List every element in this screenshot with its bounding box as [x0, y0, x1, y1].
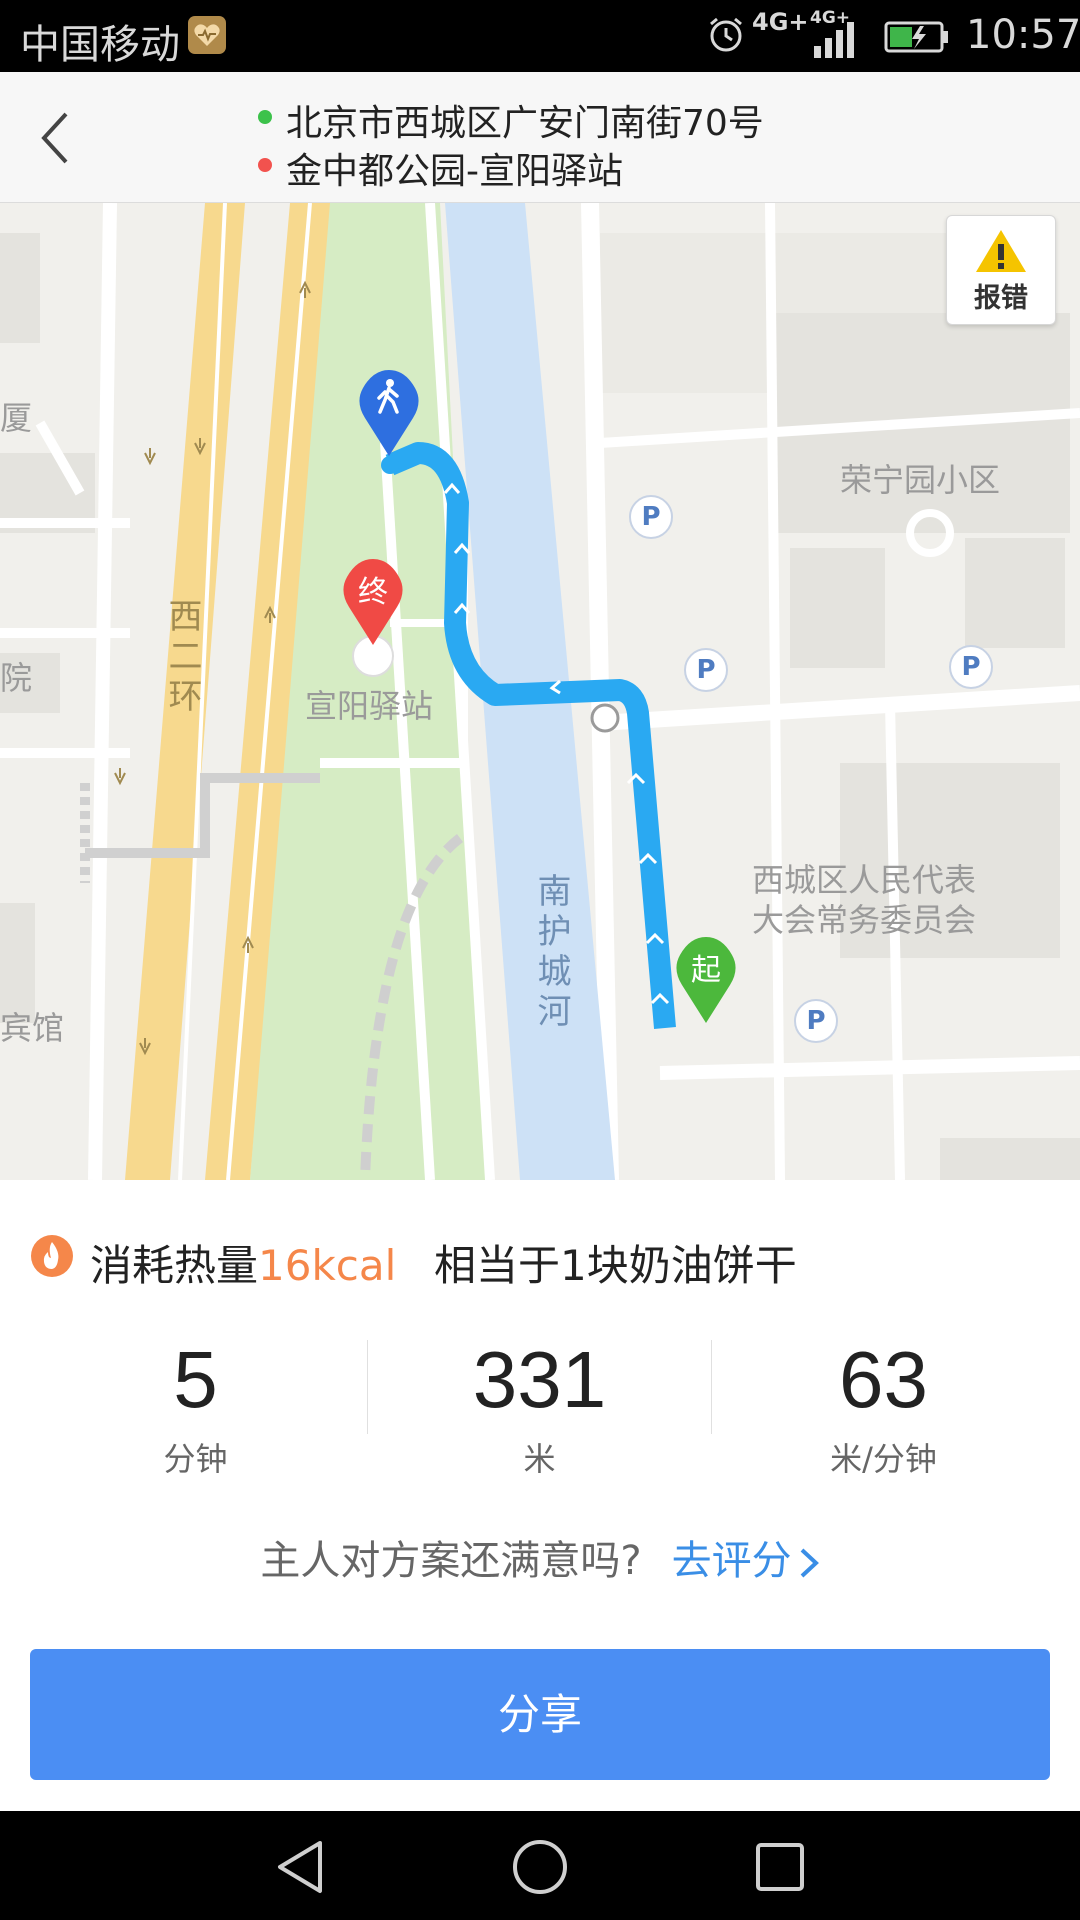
parking-icon[interactable]: P: [629, 495, 673, 539]
calorie-equivalent: 相当于1块奶油饼干: [434, 1241, 797, 1290]
rating-row: 主人对方案还满意吗? 去评分: [0, 1528, 1080, 1586]
network-type: 4G+: [752, 8, 809, 36]
station-label: 宣阳驿站: [305, 687, 434, 725]
start-pin-label: 起: [691, 953, 721, 988]
calorie-value: 16kcal: [258, 1241, 397, 1290]
community-label: 荣宁园小区: [840, 461, 1001, 499]
left-label-3: 宾馆: [0, 1009, 65, 1047]
origin-row[interactable]: 北京市西城区广安门南街70号: [258, 94, 764, 146]
left-label-2: 院: [0, 659, 33, 697]
destination-row[interactable]: 金中都公园-宣阳驿站: [258, 142, 623, 194]
nav-back-icon[interactable]: [272, 1837, 332, 1897]
system-nav-bar: [0, 1811, 1080, 1920]
back-arrow-icon[interactable]: [36, 108, 76, 168]
origin-address: 北京市西城区广安门南街70号: [286, 103, 764, 144]
parking-icon[interactable]: P: [949, 645, 993, 689]
end-pin-label: 终: [358, 575, 388, 610]
nav-home-icon[interactable]: [510, 1837, 570, 1897]
nav-recents-icon[interactable]: [750, 1837, 810, 1897]
committee-label-line2: 大会常务委员会: [752, 901, 977, 939]
alarm-icon: [710, 17, 742, 52]
share-button[interactable]: 分享: [30, 1649, 1050, 1780]
carrier-name: 中国移动: [20, 22, 180, 68]
end-pin[interactable]: 终: [337, 555, 409, 647]
health-app-icon: [188, 16, 226, 54]
chevron-right-icon[interactable]: [798, 1546, 820, 1580]
stat-speed: 63 米/分钟: [712, 1330, 1055, 1480]
signal-icon: [814, 22, 854, 58]
walker-icon: [377, 379, 399, 414]
speed-unit: 米/分钟: [830, 1440, 937, 1478]
calorie-text: 消耗热量16kcal: [90, 1232, 396, 1293]
parking-icon[interactable]: P: [684, 648, 728, 692]
stat-duration: 5 分钟: [24, 1330, 367, 1480]
left-label-1: 厦: [0, 399, 33, 437]
current-location-pin[interactable]: [353, 366, 425, 458]
route-map[interactable]: 西二环 南护城河 荣宁园小区 西城区人民代表 大会常务委员会 宣阳驿站 厦 院 …: [0, 203, 1080, 1180]
river-label: 南护城河: [531, 873, 571, 1033]
destination-dot-icon: [258, 158, 272, 172]
stat-distance: 331 米: [368, 1330, 711, 1480]
origin-dot-icon: [258, 110, 272, 124]
rating-question: 主人对方案还满意吗?: [260, 1538, 642, 1584]
rate-link[interactable]: 去评分: [672, 1538, 792, 1584]
speed-value: 63: [839, 1335, 928, 1424]
route-header: 北京市西城区广安门南街70号 金中都公园-宣阳驿站: [0, 72, 1080, 203]
status-bar: 中国移动 4G+ 4G+ 10:57: [0, 0, 1080, 72]
start-pin[interactable]: 起: [670, 933, 742, 1025]
parking-icon[interactable]: P: [794, 999, 838, 1043]
battery-icon: [884, 21, 948, 53]
duration-value: 5: [173, 1335, 218, 1424]
duration-unit: 分钟: [163, 1440, 228, 1478]
warning-icon: [976, 230, 1026, 272]
distance-unit: 米: [523, 1440, 556, 1478]
fire-icon: [31, 1235, 73, 1277]
calorie-prefix: 消耗热量: [90, 1241, 259, 1290]
destination-address: 金中都公园-宣阳驿站: [286, 151, 623, 192]
report-error-label: 报错: [974, 283, 1028, 314]
clock: 10:57: [966, 12, 1080, 58]
report-error-button[interactable]: 报错: [946, 215, 1056, 325]
distance-value: 331: [472, 1335, 607, 1424]
road-label-xierhuan: 西二环: [162, 598, 202, 718]
